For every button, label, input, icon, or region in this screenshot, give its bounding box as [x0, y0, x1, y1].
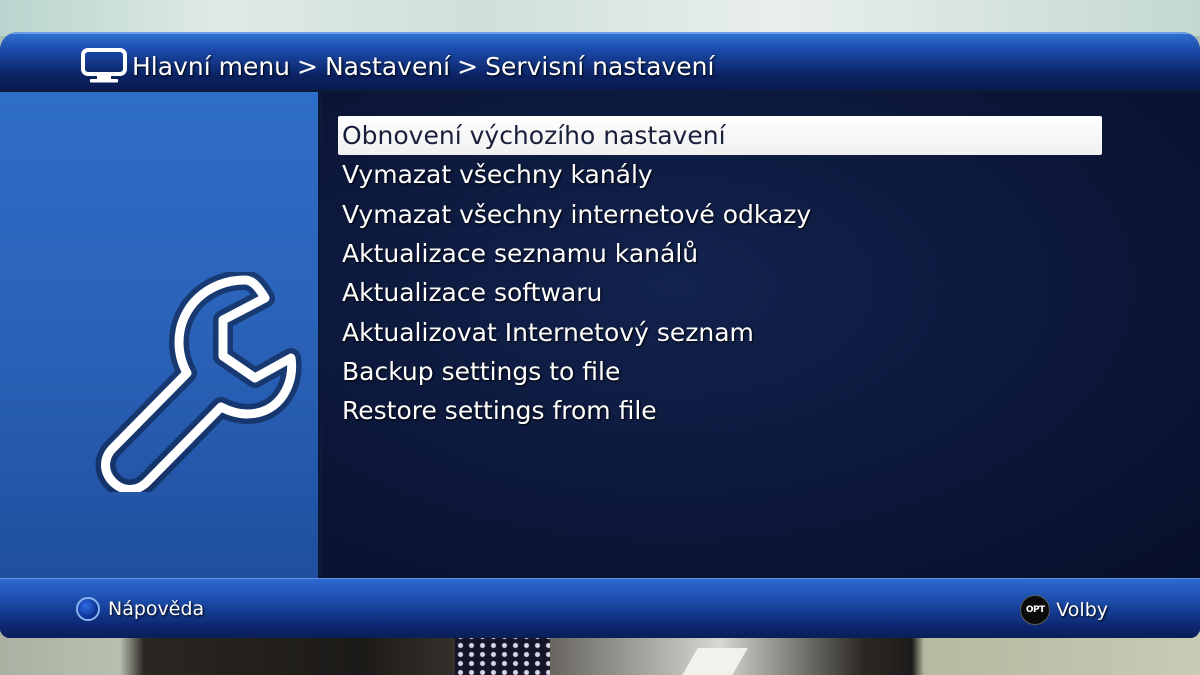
help-label: Nápověda	[108, 598, 205, 620]
background-video-tie	[455, 632, 550, 675]
menu-item-factory-reset[interactable]: Obnovení výchozího nastavení	[338, 116, 1102, 156]
menu-item-delete-all-channels[interactable]: Vymazat všechny kanály	[338, 155, 1102, 194]
options-label: Volby	[1056, 599, 1108, 621]
help-hint[interactable]: Nápověda	[76, 597, 204, 621]
breadcrumb-separator: >	[297, 51, 318, 81]
background-video-bottom	[0, 632, 1200, 675]
opt-button-icon: OPT	[1020, 595, 1051, 625]
background-video-top	[0, 0, 1200, 36]
wrench-icon	[95, 272, 302, 492]
menu-item-backup-settings[interactable]: Backup settings to file	[338, 352, 1102, 391]
breadcrumb: Hlavní menu > Nastavení > Servisní nasta…	[80, 48, 714, 84]
breadcrumb-item-main-menu[interactable]: Hlavní menu	[132, 52, 290, 81]
breadcrumb-item-service-settings: Servisní nastavení	[485, 51, 715, 81]
menu-item-update-internet-list[interactable]: Aktualizovat Internetový seznam	[338, 312, 1102, 351]
menu-footer: Nápověda OPT Volby	[0, 578, 1200, 638]
breadcrumb-item-settings[interactable]: Nastavení	[325, 52, 450, 81]
tv-icon	[81, 48, 127, 83]
breadcrumb-separator: >	[457, 51, 479, 81]
menu-item-delete-all-internet-links[interactable]: Vymazat všechny internetové odkazy	[338, 195, 1102, 234]
menu-item-restore-settings[interactable]: Restore settings from file	[338, 391, 1102, 430]
service-settings-menu: Obnovení výchozího nastavení Vymazat vše…	[338, 116, 1102, 430]
main-panel: Obnovení výchozího nastavení Vymazat vše…	[322, 92, 1200, 578]
tv-screen: Hlavní menu > Nastavení > Servisní nasta…	[0, 0, 1200, 675]
menu-item-software-update[interactable]: Aktualizace softwaru	[338, 273, 1102, 312]
blue-button-icon	[76, 597, 100, 621]
menu-header: Hlavní menu > Nastavení > Servisní nasta…	[0, 32, 1200, 90]
settings-menu-osd: Hlavní menu > Nastavení > Servisní nasta…	[0, 32, 1200, 638]
side-panel	[0, 92, 320, 578]
options-hint[interactable]: OPT Volby	[1020, 595, 1108, 625]
menu-item-update-channel-list[interactable]: Aktualizace seznamu kanálů	[338, 234, 1102, 273]
